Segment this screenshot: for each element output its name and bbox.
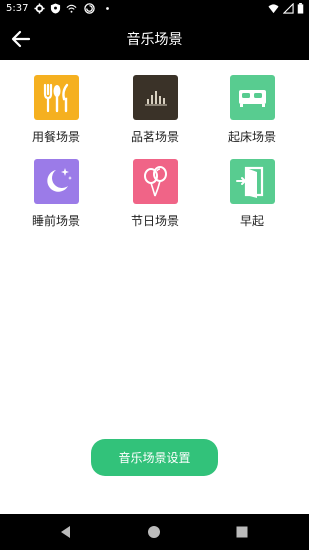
scene-label: 品茗场景 [130,130,179,144]
door-enter-icon [236,166,264,198]
status-bar: 5:37 [0,0,309,18]
scene-label: 用餐场景 [31,130,80,144]
bed-icon [239,90,266,107]
scene-icon-box [34,75,79,120]
signal-icon [283,3,294,14]
scene-icon-box [230,75,275,120]
scene-icon-box [133,159,178,204]
scene-tile-festival[interactable]: 节日场景 [110,144,200,228]
scene-label: 早起 [239,214,264,228]
moon-stars-icon [47,168,72,192]
settings-gear-icon [34,3,45,14]
scene-label: 起床场景 [227,130,276,144]
nav-recents-icon[interactable] [233,523,251,541]
music-scene-settings-button[interactable]: 音乐场景设置 [91,439,218,476]
balloons-icon [144,166,167,197]
battery-icon [297,3,304,14]
scene-tile-early-rise[interactable]: 早起 [207,144,297,228]
system-nav-bar [0,514,309,550]
scene-icon-box [34,159,79,204]
scene-tile-wake[interactable]: 起床场景 [207,60,297,144]
scene-tile-tea[interactable]: 品茗场景 [110,60,200,144]
tea-equalizer-icon [145,91,167,106]
dot-icon [106,7,109,10]
app-toolbar: 音乐场景 [0,18,309,60]
scene-icon-box [133,75,178,120]
status-time: 5:37 [6,3,29,14]
back-arrow-icon[interactable] [9,27,33,51]
shield-icon [50,3,61,14]
scene-tile-bedtime[interactable]: 睡前场景 [11,144,101,228]
page-title: 音乐场景 [126,32,183,48]
scene-tile-dining[interactable]: 用餐场景 [11,60,101,144]
nav-back-icon[interactable] [57,523,75,541]
scene-label: 睡前场景 [31,214,80,228]
sync-icon [84,3,95,14]
nav-home-icon[interactable] [145,523,163,541]
scene-label: 节日场景 [130,214,179,228]
scene-icon-box [230,159,275,204]
dining-icon [43,83,69,113]
wifi-off-icon [66,4,77,13]
wifi-icon [268,4,279,14]
